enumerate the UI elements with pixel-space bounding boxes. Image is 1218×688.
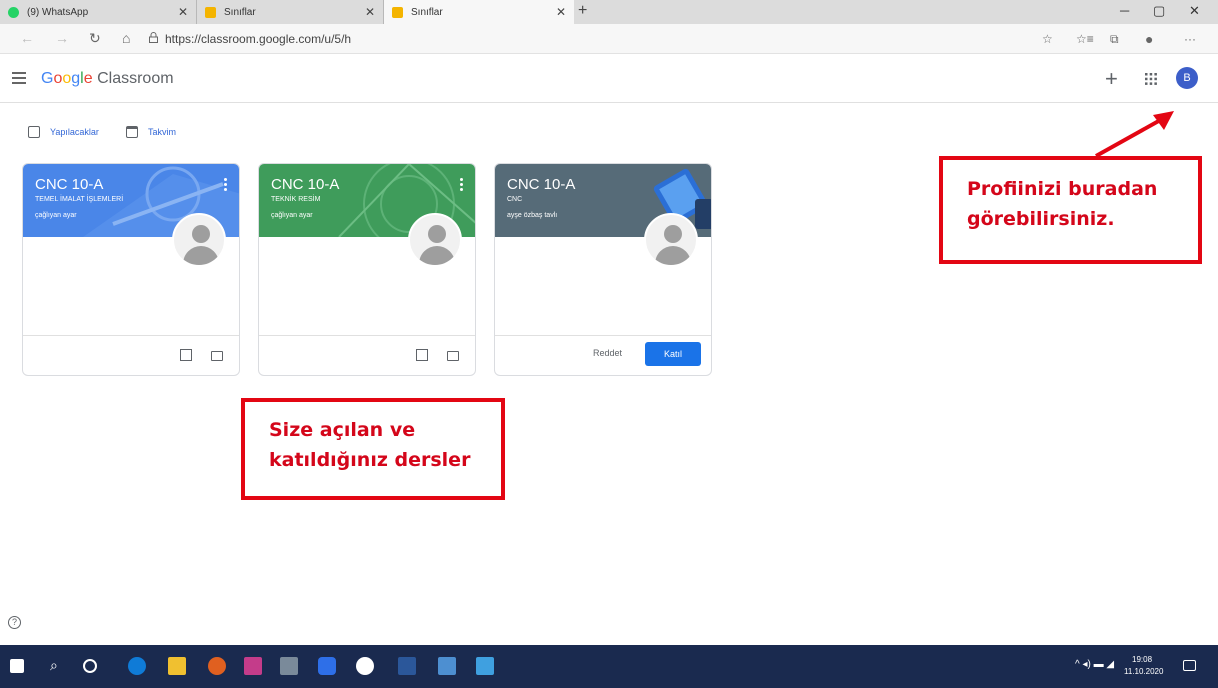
course-section: TEMEL İMALAT İŞLEMLERİ: [35, 196, 124, 203]
lock-icon: [149, 32, 158, 43]
tab-title: Sınıflar: [411, 6, 443, 18]
todo-label: Yapılacaklar: [50, 127, 99, 137]
profile-annotation-box: Profiinizi buradan görebilirsiniz.: [939, 156, 1202, 264]
browser-profile-icon[interactable]: ●: [1145, 31, 1153, 47]
more-options-icon[interactable]: [224, 178, 227, 191]
todo-icon: [28, 126, 40, 138]
collections-icon[interactable]: ⧉: [1110, 32, 1119, 47]
cortana-icon[interactable]: [83, 659, 97, 673]
course-title[interactable]: CNC 10-A: [271, 176, 339, 193]
edge-icon[interactable]: [128, 657, 146, 675]
logo-letter: g: [71, 70, 81, 87]
course-section: TEKNİK RESİM: [271, 196, 321, 203]
app-logo[interactable]: Google Classroom: [41, 70, 174, 88]
back-icon[interactable]: ←: [20, 30, 34, 46]
home-icon[interactable]: ⌂: [122, 30, 130, 46]
windows-start-icon[interactable]: [10, 659, 24, 673]
url-field[interactable]: https://classroom.google.com/u/5/h: [165, 32, 351, 46]
notifications-icon[interactable]: [1183, 660, 1196, 671]
annotation-text: görebilirsiniz.: [967, 208, 1115, 231]
course-title[interactable]: CNC 10-A: [507, 176, 575, 193]
more-icon[interactable]: ···: [1184, 32, 1196, 46]
google-apps-icon[interactable]: [1145, 73, 1157, 85]
classroom-icon: [205, 6, 216, 18]
browser-tab-strip: (9) WhatsApp ✕ Sınıflar ✕ Sınıflar ✕ + ─…: [0, 0, 1218, 24]
search-icon[interactable]: ⌕: [50, 657, 58, 674]
teacher-avatar: [644, 213, 698, 267]
calendar-link[interactable]: Takvim: [126, 124, 176, 140]
messenger-icon[interactable]: [318, 657, 336, 675]
window-close-button[interactable]: ✕: [1189, 3, 1200, 19]
course-section: CNC: [507, 196, 523, 203]
media-player-icon[interactable]: [208, 657, 226, 675]
calendar-icon: [126, 126, 138, 138]
courses-annotation-box: Size açılan ve katıldığınız dersler: [241, 398, 505, 500]
close-icon[interactable]: ✕: [556, 5, 566, 19]
course-card[interactable]: CNC 10-A TEKNİK RESİM çağlıyan ayar: [258, 163, 476, 376]
tab-title: (9) WhatsApp: [27, 6, 89, 18]
help-icon[interactable]: ?: [8, 616, 21, 629]
assignment-icon[interactable]: [416, 349, 428, 361]
network-app-icon[interactable]: [438, 657, 456, 675]
refresh-icon[interactable]: ↻: [89, 30, 101, 47]
annotation-text: Size açılan ve: [269, 419, 416, 441]
clock-date[interactable]: 11.10.2020: [1124, 667, 1163, 676]
classroom-header: Google Classroom + B: [0, 55, 1218, 103]
course-card[interactable]: CNC 10-A TEMEL İMALAT İŞLEMLERİ çağlıyan…: [22, 163, 240, 376]
folder-icon[interactable]: [447, 351, 459, 361]
course-teacher: ayşe özbaş tavlı: [507, 212, 558, 219]
course-teacher: çağlıyan ayar: [35, 212, 77, 219]
annotation-text: Profiinizi buradan: [967, 178, 1158, 200]
calendar-label: Takvim: [148, 127, 177, 137]
clock-time[interactable]: 19:08: [1132, 655, 1152, 664]
logo-product-name: Classroom: [97, 70, 174, 87]
tab-title: Sınıflar: [224, 6, 256, 18]
profile-avatar-button[interactable]: B: [1176, 67, 1198, 89]
card-footer: [259, 335, 475, 375]
address-bar: ← → ↻ ⌂ https://classroom.google.com/u/5…: [0, 24, 1218, 54]
main-menu-icon[interactable]: [12, 72, 26, 84]
annotation-text: katıldığınız dersler: [269, 449, 471, 472]
new-tab-button[interactable]: +: [578, 2, 587, 20]
join-button[interactable]: Katıl: [645, 342, 701, 366]
teacher-avatar: [172, 213, 226, 267]
decline-button[interactable]: Reddet: [593, 348, 622, 358]
course-invitation-card[interactable]: CNC 10-A CNC ayşe özbaş tavlı Reddet Kat…: [494, 163, 712, 376]
tab-classroom-2[interactable]: Sınıflar ✕: [384, 0, 574, 24]
more-options-icon[interactable]: [460, 178, 463, 191]
chrome-icon[interactable]: [356, 657, 374, 675]
annotation-arrow: [1095, 111, 1174, 158]
favorites-list-icon[interactable]: ☆≡: [1076, 32, 1094, 46]
tab-classroom-1[interactable]: Sınıflar ✕: [197, 0, 384, 24]
card-footer: [23, 335, 239, 375]
course-teacher: çağlıyan ayar: [271, 212, 313, 219]
folder-icon[interactable]: [211, 351, 223, 361]
logo-letter: G: [41, 70, 54, 87]
close-icon[interactable]: ✕: [178, 5, 188, 19]
whatsapp-icon: [8, 6, 19, 18]
course-title[interactable]: CNC 10-A: [35, 176, 103, 193]
todo-link[interactable]: Yapılacaklar: [28, 124, 99, 140]
close-icon[interactable]: ✕: [365, 5, 375, 19]
minimize-button[interactable]: ─: [1120, 3, 1129, 18]
teacher-avatar: [408, 213, 462, 267]
word-icon[interactable]: [398, 657, 416, 675]
assignment-icon[interactable]: [180, 349, 192, 361]
favorite-star-icon[interactable]: ☆: [1042, 32, 1053, 46]
paint-icon[interactable]: [244, 657, 262, 675]
maximize-button[interactable]: ▢: [1153, 3, 1165, 19]
file-explorer-icon[interactable]: [168, 657, 186, 675]
forward-icon[interactable]: →: [55, 30, 69, 46]
classroom-icon: [392, 6, 403, 18]
card-footer: Reddet Katıl: [495, 335, 711, 375]
windows-taskbar: ⌕ ^ ◂) ▬ ◢ 19:08 11.10.2020: [0, 645, 1218, 688]
system-tray-icons[interactable]: ^ ◂) ▬ ◢: [1075, 659, 1114, 670]
create-or-join-class-button[interactable]: +: [1105, 66, 1118, 92]
calculator-icon[interactable]: [280, 657, 298, 675]
logo-letter: e: [83, 70, 93, 87]
logo-letter: o: [62, 70, 72, 87]
photos-icon[interactable]: [476, 657, 494, 675]
tab-whatsapp[interactable]: (9) WhatsApp ✕: [0, 0, 197, 24]
